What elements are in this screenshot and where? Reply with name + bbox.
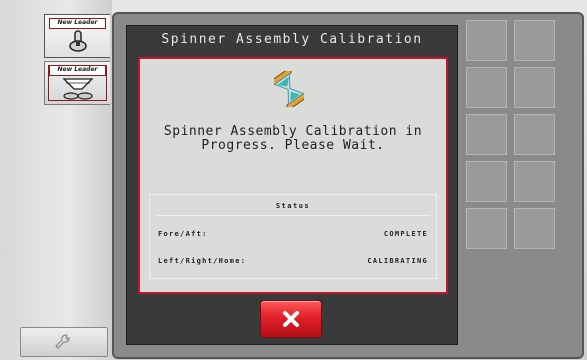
close-icon	[283, 311, 299, 327]
softkey[interactable]	[514, 208, 555, 249]
tools-button[interactable]	[20, 327, 108, 357]
dialog-title: Spinner Assembly Calibration	[161, 32, 423, 47]
status-row: Fore/Aft: COMPLETE	[158, 230, 428, 240]
softkey[interactable]	[466, 114, 507, 155]
wrench-icon	[55, 334, 70, 349]
dialog-content-panel: Spinner Assembly Calibration in Progress…	[138, 57, 448, 294]
status-value: CALIBRATING	[367, 257, 428, 265]
softkey[interactable]	[466, 67, 507, 108]
tab-joystick[interactable]: New Leader	[44, 14, 110, 58]
brand-logo: New Leader	[49, 18, 106, 29]
status-label: Left/Right/Home:	[158, 257, 247, 265]
softkey[interactable]	[466, 208, 507, 249]
softkey-grid	[466, 20, 580, 356]
calibration-dialog: Spinner Assembly Calibration Spinner Ass…	[126, 25, 458, 345]
hourglass-icon	[274, 71, 304, 107]
joystick-icon	[69, 30, 87, 52]
status-box: Status Fore/Aft: COMPLETE Left/Right/Hom…	[149, 194, 437, 279]
progress-message: Spinner Assembly Calibration in Progress…	[140, 125, 446, 153]
spinner-hopper-icon	[62, 78, 94, 100]
softkey[interactable]	[514, 161, 555, 202]
cancel-button[interactable]	[260, 300, 322, 338]
status-row: Left/Right/Home: CALIBRATING	[158, 257, 428, 267]
softkey[interactable]	[514, 20, 555, 61]
softkey[interactable]	[514, 67, 555, 108]
status-value: COMPLETE	[383, 230, 428, 238]
brand-logo: New Leader	[49, 65, 106, 76]
message-line-1: Spinner Assembly Calibration in	[163, 124, 423, 139]
status-heading: Status	[275, 202, 311, 210]
status-label: Fore/Aft:	[158, 230, 208, 238]
softkey[interactable]	[466, 161, 507, 202]
softkey[interactable]	[466, 20, 507, 61]
message-line-2: Progress. Please Wait.	[201, 138, 385, 153]
status-divider	[156, 215, 430, 216]
softkey[interactable]	[514, 114, 555, 155]
tab-spinner[interactable]: New Leader	[44, 61, 110, 105]
